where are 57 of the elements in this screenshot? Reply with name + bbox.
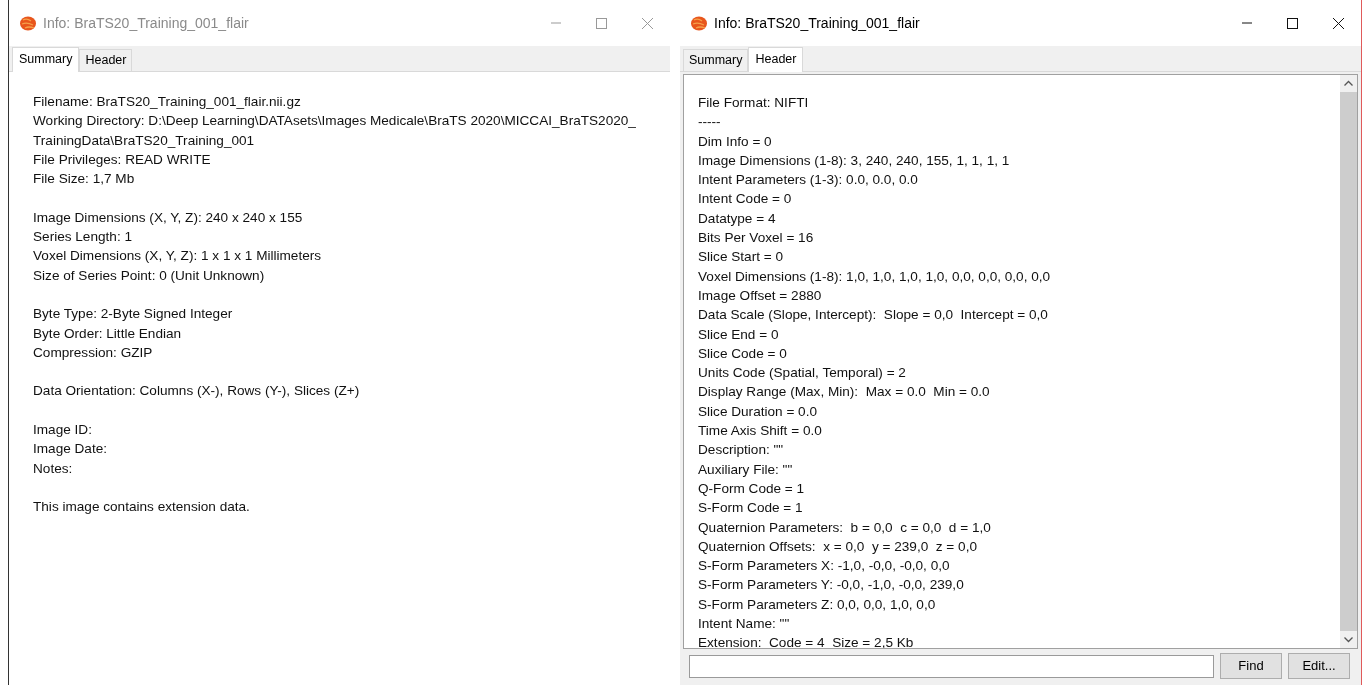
info-line: Compression: GZIP [33, 343, 154, 362]
info-line: Data Scale (Slope, Intercept): Slope = 0,0 Intercept = 0,0 [698, 306, 1049, 325]
info-line: Image Offset = 2880 [698, 286, 823, 305]
info-line: Data Orientation: Columns (X-), Rows (Y-), Slices (Z+) [33, 382, 361, 401]
info-line: File Privileges: READ WRITE [33, 150, 212, 169]
info-line: Byte Order: Little Endian [33, 324, 183, 343]
tab[interactable]: Header [79, 49, 133, 71]
dialog-button[interactable]: Find [1220, 653, 1282, 679]
info-line: Slice Code = 0 [698, 344, 788, 363]
info-line: File Size: 1,7 Mb [33, 170, 136, 189]
info-line: Image Date: [33, 440, 109, 459]
info-line: File Format: NIFTI [698, 94, 810, 112]
info-line: Slice End = 0 [698, 325, 780, 344]
info-line: This image contains extension data. [33, 498, 251, 517]
info-line: Bits Per Voxel = 16 [698, 229, 815, 248]
info-line: Image Dimensions (1-8): 3, 240, 240, 155, 1, 1, 1, 1 [698, 151, 1011, 170]
tab[interactable]: Summary [12, 47, 80, 72]
info-line: Voxel Dimensions (1-8): 1,0, 1,0, 1,0, 1,0, 0,0, 0,0, 0,0, 0,0 [698, 267, 1052, 286]
info-line: S-Form Parameters Z: 0,0, 0,0, 1,0, 0,0 [698, 595, 937, 614]
info-line: Size of Series Point: 0 (Unit Unknown) [33, 266, 266, 285]
info-line: Slice Start = 0 [698, 248, 784, 267]
maximize-icon[interactable] [1285, 16, 1299, 30]
info-line: Time Axis Shift = 0.0 [698, 422, 823, 441]
info-line: Series Length: 1 [33, 228, 133, 247]
info-line: Quaternion Parameters: b = 0,0 c = 0,0 d = 1,0 [698, 518, 992, 537]
info-line: Dim Info = 0 [698, 132, 773, 151]
info-line: Display Range (Max, Min): Max = 0.0 Min = 0.0 [698, 383, 991, 402]
info-line: Working Directory: D:\Deep Learning\DATAsets\Images Medicale\BraTS 2020\MICCAI_BraTS2020_TrainingData\BraTS20_Training_001 [33, 112, 637, 150]
info-line: Slice Duration = 0.0 [698, 402, 818, 421]
info-line: ----- [698, 113, 722, 132]
app-icon [690, 14, 708, 32]
info-line: Datatype = 4 [698, 209, 777, 228]
info-line: Intent Parameters (1-3): 0.0, 0.0, 0.0 [698, 171, 919, 190]
window-title: Info: BraTS20_Training_001_flair [43, 13, 249, 33]
close-icon[interactable] [1331, 16, 1345, 30]
app-icon [19, 14, 37, 32]
info-line: Quaternion Offsets: x = 0,0 y = 239,0 z = 0,0 [698, 537, 978, 556]
info-line: Image ID: [33, 421, 93, 440]
info-line: Intent Code = 0 [698, 190, 793, 209]
window-title: Info: BraTS20_Training_001_flair [714, 13, 920, 33]
info-line: Voxel Dimensions (X, Y, Z): 1 x 1 x 1 Millimeters [33, 247, 323, 266]
info-line: S-Form Code = 1 [698, 499, 804, 518]
info-line: Intent Name: "" [698, 615, 791, 633]
info-line: S-Form Parameters X: -1,0, -0,0, -0,0, 0,0 [698, 557, 951, 576]
search-field[interactable] [689, 654, 1214, 678]
info-line: Q-Form Code = 1 [698, 479, 806, 498]
info-line: Notes: [33, 459, 74, 478]
info-line: Units Code (Spatial, Temporal) = 2 [698, 364, 907, 383]
info-line: Auxiliary File: "" [698, 460, 794, 479]
tab[interactable]: Header [748, 47, 804, 72]
tab[interactable]: Summary [683, 49, 749, 71]
info-line: Byte Type: 2-Byte Signed Integer [33, 305, 234, 324]
dialog-button[interactable]: Edit... [1288, 653, 1350, 679]
info-line: Description: "" [698, 441, 785, 460]
info-line: Filename: BraTS20_Training_001_flair.nii.gz [33, 93, 302, 111]
info-line: Image Dimensions (X, Y, Z): 240 x 240 x 155 [33, 208, 304, 227]
info-line: S-Form Parameters Y: -0,0, -1,0, -0,0, 239,0 [698, 576, 965, 595]
